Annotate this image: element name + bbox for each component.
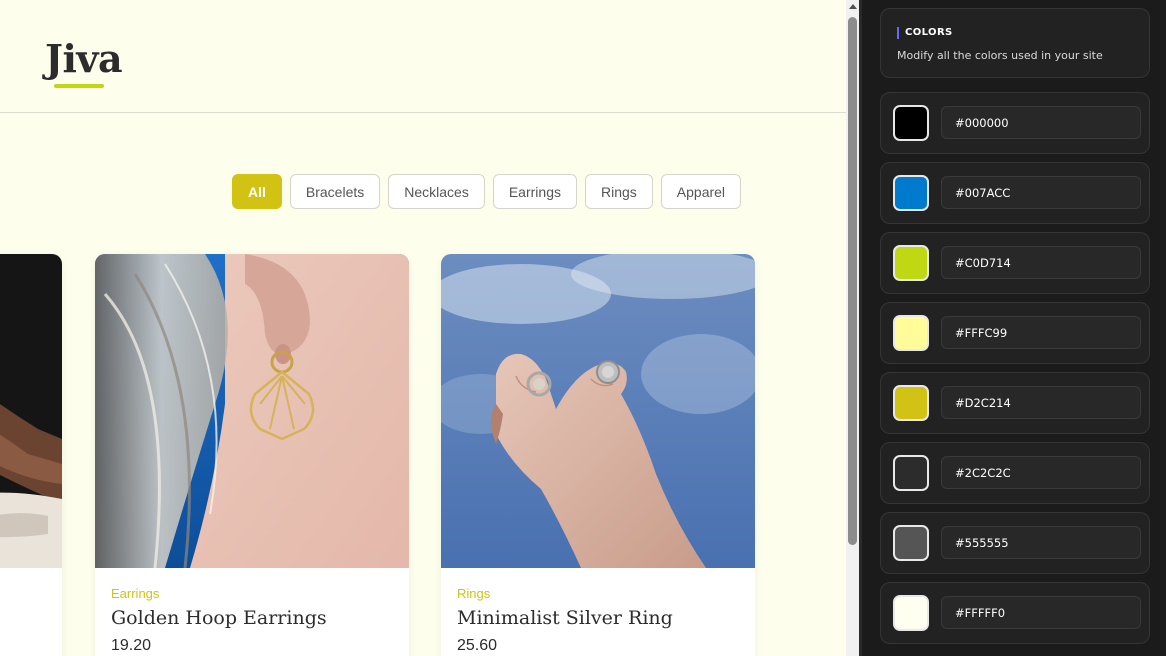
section-description: Modify all the colors used in your site <box>897 49 1103 62</box>
color-swatch[interactable] <box>893 105 929 141</box>
filter-all-button[interactable]: All <box>232 174 282 209</box>
scroll-up-arrow-icon[interactable] <box>849 4 857 9</box>
color-row: #555555 <box>880 512 1150 574</box>
color-row: #FFFFF0 <box>880 582 1150 644</box>
product-category[interactable]: Earrings <box>111 586 396 601</box>
product-card-body: Earrings Golden Hoop Earrings 19.20 <box>111 586 396 655</box>
product-category[interactable]: Rings <box>457 586 742 601</box>
color-swatch[interactable] <box>893 525 929 561</box>
filter-earrings-button[interactable]: Earrings <box>492 174 577 209</box>
filter-bracelets-button[interactable]: Bracelets <box>289 174 381 209</box>
color-swatch[interactable] <box>893 595 929 631</box>
hex-color-input[interactable]: #000000 <box>941 106 1141 139</box>
product-price: 25.60 <box>457 637 498 654</box>
product-image-apparel <box>0 254 62 568</box>
color-swatch[interactable] <box>893 315 929 351</box>
color-swatch[interactable] <box>893 455 929 491</box>
filter-apparel-button[interactable]: Apparel <box>660 174 742 209</box>
product-title[interactable]: Golden Hoop Earrings <box>111 607 396 629</box>
color-row: #007ACC <box>880 162 1150 224</box>
logo-underline <box>54 84 104 88</box>
product-card[interactable]: Earrings Golden Hoop Earrings 19.20 <box>95 254 409 656</box>
hex-color-input[interactable]: #D2C214 <box>941 386 1141 419</box>
color-swatch[interactable] <box>893 175 929 211</box>
product-card-partial[interactable] <box>0 254 62 656</box>
site-logo[interactable]: Jiva <box>45 36 123 81</box>
hex-color-input[interactable]: #FFFFF0 <box>941 596 1141 629</box>
color-row: #2C2C2C <box>880 442 1150 504</box>
product-price: 19.20 <box>111 637 152 654</box>
color-row: #C0D714 <box>880 232 1150 294</box>
category-filter-bar: All Bracelets Necklaces Earrings Rings A… <box>232 174 742 209</box>
color-row: #D2C214 <box>880 372 1150 434</box>
color-swatch[interactable] <box>893 245 929 281</box>
color-row: #000000 <box>880 92 1150 154</box>
filter-rings-button[interactable]: Rings <box>584 174 653 209</box>
hex-color-input[interactable]: #2C2C2C <box>941 456 1141 489</box>
filter-necklaces-button[interactable]: Necklaces <box>388 174 485 209</box>
section-title: COLORS <box>897 27 953 39</box>
customizer-panel: COLORS Modify all the colors used in you… <box>859 0 1166 656</box>
hex-color-input[interactable]: #555555 <box>941 526 1141 559</box>
product-image-earrings <box>95 254 409 568</box>
product-card-body: Rings Minimalist Silver Ring 25.60 <box>457 586 742 655</box>
hex-color-input[interactable]: #007ACC <box>941 176 1141 209</box>
product-card[interactable]: Rings Minimalist Silver Ring 25.60 <box>441 254 755 656</box>
color-row: #FFFC99 <box>880 302 1150 364</box>
site-preview: Jiva All Bracelets Necklaces Earrings Ri… <box>0 0 846 656</box>
hex-color-input[interactable]: #FFFC99 <box>941 316 1141 349</box>
product-image-rings <box>441 254 755 568</box>
site-header: Jiva <box>0 0 846 113</box>
scrollbar-thumb[interactable] <box>848 17 857 545</box>
hex-color-input[interactable]: #C0D714 <box>941 246 1141 279</box>
color-swatch[interactable] <box>893 385 929 421</box>
colors-section-header: COLORS Modify all the colors used in you… <box>880 8 1150 78</box>
preview-scrollbar[interactable] <box>846 0 859 656</box>
product-title[interactable]: Minimalist Silver Ring <box>457 607 742 629</box>
